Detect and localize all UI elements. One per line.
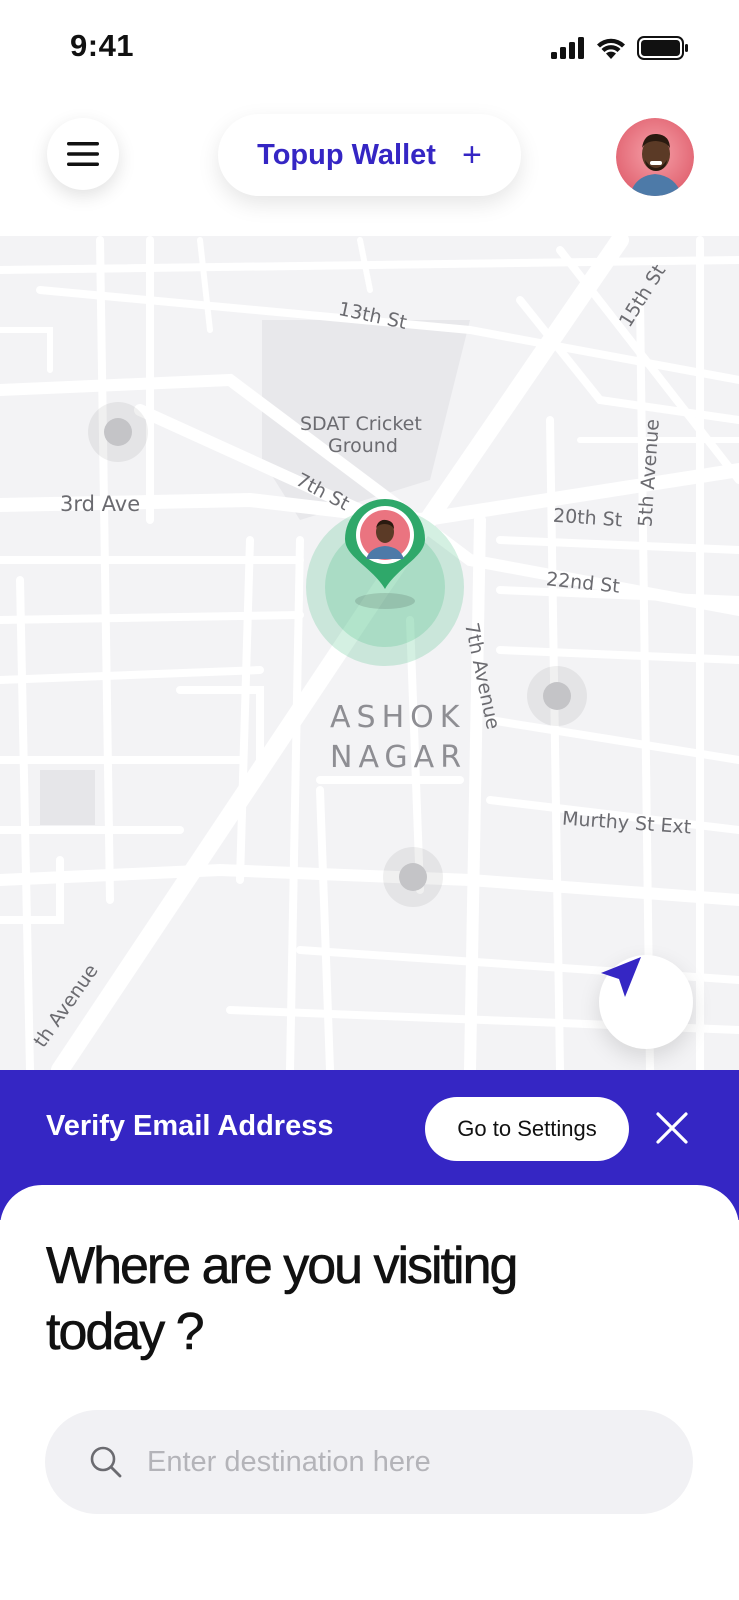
status-icons <box>551 36 689 60</box>
profile-avatar[interactable] <box>616 118 694 196</box>
destination-search[interactable] <box>45 1410 693 1514</box>
close-icon <box>656 1112 688 1144</box>
top-header: Topup Wallet + <box>0 96 739 236</box>
plus-icon: + <box>461 136 482 174</box>
user-location-pin[interactable] <box>300 497 470 667</box>
area-label-line2: NAGAR <box>330 740 468 775</box>
status-time: 9:41 <box>70 28 135 63</box>
map-poi-marker[interactable] <box>88 402 148 462</box>
topup-wallet-button[interactable]: Topup Wallet + <box>218 114 521 196</box>
landmark-label-line2: Ground <box>328 435 398 457</box>
destination-sheet: Where are you visiting today ? <box>0 1185 739 1600</box>
close-banner-button[interactable] <box>652 1108 692 1148</box>
area-label-line1: ASHOK <box>330 700 466 735</box>
map-poi-marker[interactable] <box>383 847 443 907</box>
navigation-arrow-icon <box>601 957 641 997</box>
topup-wallet-label: Topup Wallet <box>257 138 436 171</box>
search-icon <box>90 1446 122 1478</box>
street-label-3rd-ave: 3rd Ave <box>60 492 141 516</box>
menu-button[interactable] <box>47 118 119 190</box>
map-view[interactable]: 13th St 15th St SDAT Cricket Ground 3rd … <box>0 235 739 1070</box>
hamburger-icon <box>67 142 99 166</box>
street-label-20th: 20th St <box>552 504 623 532</box>
map-poi-marker[interactable] <box>527 666 587 726</box>
wifi-icon <box>597 38 625 59</box>
landmark-label-line1: SDAT Cricket <box>300 413 422 435</box>
verify-email-text: Verify Email Address <box>46 1110 334 1142</box>
recenter-location-button[interactable] <box>599 955 693 1049</box>
battery-icon <box>637 36 688 60</box>
avatar-image <box>616 118 694 196</box>
sheet-title: Where are you visiting today ? <box>46 1237 519 1362</box>
signal-icon <box>551 37 584 59</box>
destination-input[interactable] <box>147 1445 667 1479</box>
status-bar: 9:41 <box>0 0 739 96</box>
go-to-settings-button[interactable]: Go to Settings <box>425 1097 629 1161</box>
area-label: ASHOK NAGAR <box>330 698 467 778</box>
